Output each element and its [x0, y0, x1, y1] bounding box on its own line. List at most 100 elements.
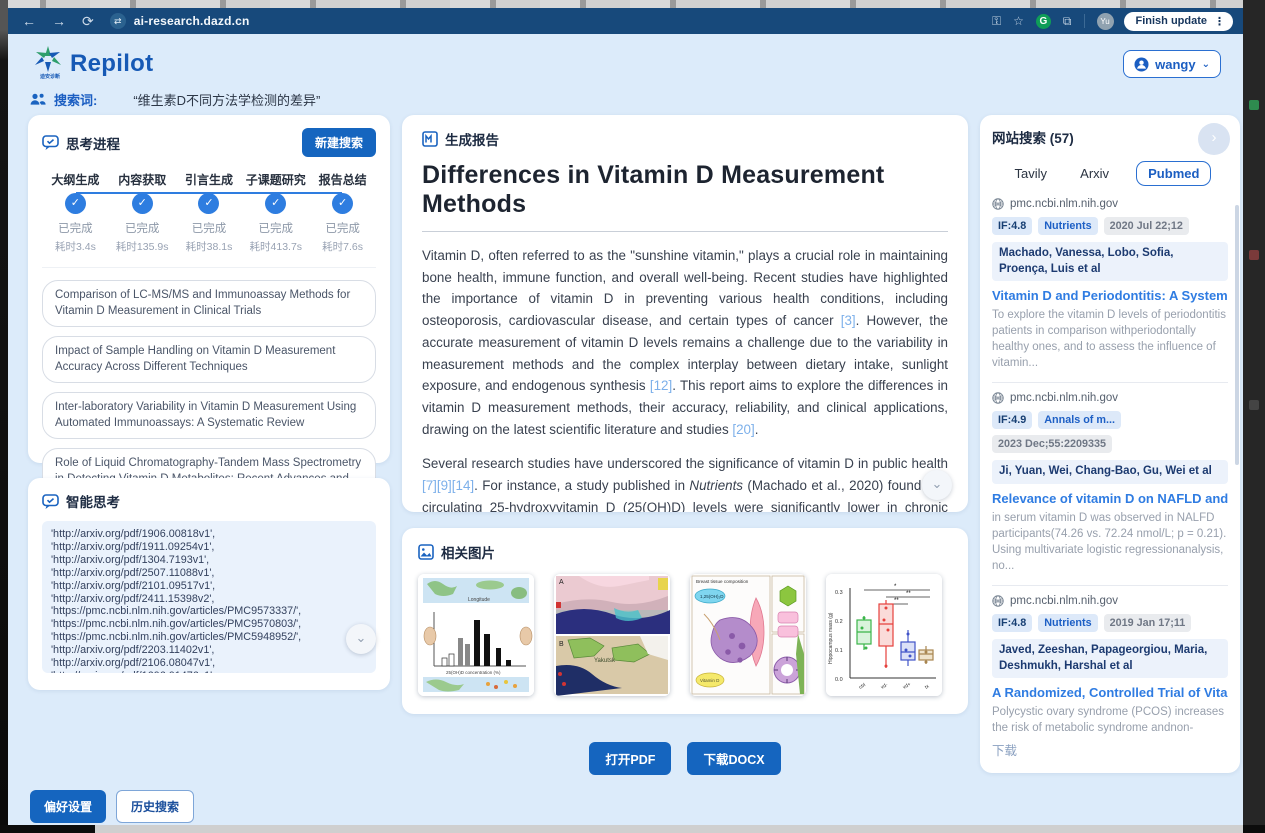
- impact-factor-badge: IF:4.9: [992, 411, 1032, 429]
- journal-badge: Nutrients: [1038, 217, 1097, 235]
- topic-pill[interactable]: Inter-laboratory Variability in Vitamin …: [42, 392, 376, 439]
- preferences-button[interactable]: 偏好设置: [30, 790, 106, 823]
- result-title-link[interactable]: Vitamin D and Periodontitis: A Systemati…: [992, 288, 1228, 303]
- step-time: 耗时7.6s: [309, 239, 376, 254]
- result-divider: [992, 585, 1228, 586]
- step-label: 内容获取: [109, 171, 176, 188]
- smart-thinking-title: 智能思考: [66, 491, 120, 511]
- step-complete-check-icon: ✓: [132, 193, 153, 214]
- url-log-line: 'https://pmc.ncbi.nlm.nih.gov/articles/P…: [51, 631, 367, 644]
- thinking-progress-panel: 思考进程 新建搜索 大纲生成✓已完成耗时3.4s内容获取✓已完成耗时135.9s…: [28, 115, 390, 463]
- logo-caption: 迪安诊断: [30, 73, 70, 80]
- download-docx-button[interactable]: 下载DOCX: [687, 742, 780, 775]
- step-time: 耗时38.1s: [176, 239, 243, 254]
- step-complete-check-icon: ✓: [265, 193, 286, 214]
- impact-factor-badge: IF:4.8: [992, 614, 1032, 632]
- progress-step: 大纲生成✓已完成耗时3.4s: [42, 171, 109, 254]
- step-time: 耗时3.4s: [42, 239, 109, 254]
- citation-link[interactable]: [3]: [841, 313, 856, 328]
- finish-update-label: Finish update: [1136, 15, 1208, 27]
- thumbnail-hippocampus-boxplot[interactable]: 0.0 0.1 0.2 0.3 Hippocampus mass (g) * *…: [826, 574, 942, 696]
- citation-link[interactable]: [12]: [650, 378, 672, 393]
- result-authors: Ji, Yuan, Wei, Chang-Bao, Gu, Wei et al: [992, 460, 1228, 484]
- progress-steps: 大纲生成✓已完成耗时3.4s内容获取✓已完成耗时135.9s引言生成✓已完成耗时…: [42, 171, 376, 254]
- report-body: Vitamin D, often referred to as the "sun…: [422, 245, 948, 512]
- web-search-panel: 网站搜索 (57) › Tavily Arxiv Pubmed pmc.ncbi.n…: [980, 115, 1240, 773]
- impact-factor-badge: IF:4.8: [992, 217, 1032, 235]
- bookmark-star-icon[interactable]: ☆: [1013, 14, 1024, 28]
- download-link[interactable]: 下载: [992, 740, 1228, 759]
- open-pdf-button[interactable]: 打开PDF: [589, 742, 671, 775]
- extensions-puzzle-icon[interactable]: ⧉: [1063, 14, 1072, 29]
- reload-icon[interactable]: ⟳: [82, 13, 94, 30]
- svg-text:B: B: [559, 641, 564, 648]
- finish-update-button[interactable]: Finish update ⋮: [1124, 12, 1234, 31]
- search-term-value: “维生素D不同方法学检测的差异”: [133, 90, 320, 109]
- thumbnail-satellite-map[interactable]: A Yakutsk B: [554, 574, 670, 696]
- tab-tavily[interactable]: Tavily: [1009, 162, 1054, 185]
- result-divider: [992, 382, 1228, 383]
- journal-badge: Nutrients: [1038, 614, 1097, 632]
- collapse-chevron-button[interactable]: ›: [1198, 123, 1230, 155]
- search-result-item: pmc.ncbi.nlm.nih.gov IF:4.9 Annals of m...…: [992, 392, 1228, 574]
- step-status: 已完成: [242, 220, 309, 236]
- scroll-down-chevron-button[interactable]: ⌄: [922, 470, 952, 500]
- browser-menu-icon[interactable]: ⋮: [1214, 15, 1225, 28]
- svg-text:Longitude: Longitude: [468, 597, 490, 603]
- result-title-link[interactable]: Relevance of vitamin D on NAFLD and live…: [992, 491, 1228, 506]
- thumbnail-world-map-bar-chart[interactable]: Longitude 25(OH)D concentration (%): [418, 574, 534, 696]
- url-log-line: 'https://pmc.ncbi.nlm.nih.gov/articles/P…: [51, 605, 367, 618]
- browser-window: ← → ⟳ ⇄ ai-research.dazd.cn ⚿ ☆ G ⧉ Yu F…: [8, 8, 1243, 825]
- thumbnail-breast-tissue-diagram[interactable]: Breast tissue composition 1,25(OH)₂D Vit…: [690, 574, 806, 696]
- step-label: 子课题研究: [242, 171, 309, 188]
- result-snippet: To explore the vitamin D levels of perio…: [992, 308, 1228, 371]
- web-search-title: 网站搜索 (57): [992, 127, 1228, 147]
- step-time: 耗时413.7s: [242, 239, 309, 254]
- svg-text:Breast tissue composition: Breast tissue composition: [696, 579, 749, 584]
- url-log-line: 'http://arxiv.org/pdf/1911.09254v1',: [51, 541, 367, 554]
- progress-step: 报告总结✓已完成耗时7.6s: [309, 171, 376, 254]
- forward-icon[interactable]: →: [52, 13, 66, 29]
- progress-step: 子课题研究 ✓ 已完成耗时413.7s: [242, 171, 309, 254]
- result-domain: pmc.ncbi.nlm.nih.gov: [992, 392, 1228, 404]
- svg-text:0.3: 0.3: [835, 590, 843, 596]
- svg-text:Yakutsk: Yakutsk: [594, 658, 616, 664]
- profile-avatar[interactable]: Yu: [1097, 13, 1114, 30]
- url-log-line: 'http://arxiv.org/pdf/2101.09517v1',: [51, 580, 367, 593]
- password-key-icon[interactable]: ⚿: [992, 14, 1001, 29]
- step-status: 已完成: [109, 220, 176, 236]
- users-icon: [30, 93, 46, 106]
- citation-link[interactable]: [20]: [732, 422, 754, 437]
- result-title-link[interactable]: A Randomized, Controlled Trial of Vitami…: [992, 685, 1228, 700]
- smart-thinking-panel: 智能思考 'http://arxiv.org/pdf/1906.00818v1'…: [28, 478, 390, 690]
- topic-pill[interactable]: Impact of Sample Handling on Vitamin D M…: [42, 336, 376, 383]
- report-section-label: 生成报告: [445, 129, 499, 149]
- back-icon[interactable]: ←: [22, 13, 36, 29]
- svg-text:25(OH)D concentration (%): 25(OH)D concentration (%): [446, 670, 501, 675]
- background-app-right-strip: [1243, 0, 1265, 833]
- globe-icon: [992, 595, 1004, 607]
- address-bar[interactable]: ai-research.dazd.cn: [134, 14, 250, 28]
- search-result-item: pmc.ncbi.nlm.nih.govIF:4.8Nutrients2020 …: [992, 198, 1228, 371]
- step-complete-check-icon: ✓: [332, 193, 353, 214]
- result-snippet: in serum vitamin D was observed in NALFD…: [992, 511, 1228, 574]
- grammarly-extension-icon[interactable]: G: [1036, 14, 1051, 29]
- new-search-button[interactable]: 新建搜索: [302, 128, 376, 157]
- svg-text:**: **: [906, 591, 911, 597]
- result-domain: pmc.ncbi.nlm.nih.gov: [992, 198, 1228, 210]
- user-menu-button[interactable]: wangy ⌄: [1123, 50, 1221, 78]
- citation-link[interactable]: [7][9][14]: [422, 478, 474, 493]
- browser-toolbar: ← → ⟳ ⇄ ai-research.dazd.cn ⚿ ☆ G ⧉ Yu F…: [8, 8, 1243, 34]
- journal-badge: Annals of m...: [1038, 411, 1121, 429]
- tab-pubmed[interactable]: Pubmed: [1136, 161, 1211, 186]
- report-panel: 生成报告 Differences in Vitamin D Measuremen…: [402, 115, 968, 512]
- tab-arxiv[interactable]: Arxiv: [1074, 162, 1115, 185]
- results-scrollbar[interactable]: [1235, 205, 1239, 465]
- site-info-icon[interactable]: ⇄: [110, 13, 126, 29]
- step-complete-check-icon: ✓: [198, 193, 219, 214]
- expand-chevron-button[interactable]: ⌄: [346, 624, 376, 654]
- topic-pill[interactable]: Comparison of LC-MS/MS and Immunoassay M…: [42, 280, 376, 327]
- url-log-box: 'http://arxiv.org/pdf/1906.00818v1','htt…: [42, 521, 376, 673]
- search-results: pmc.ncbi.nlm.nih.govIF:4.8Nutrients2020 …: [992, 196, 1228, 736]
- history-search-button[interactable]: 历史搜索: [116, 790, 194, 823]
